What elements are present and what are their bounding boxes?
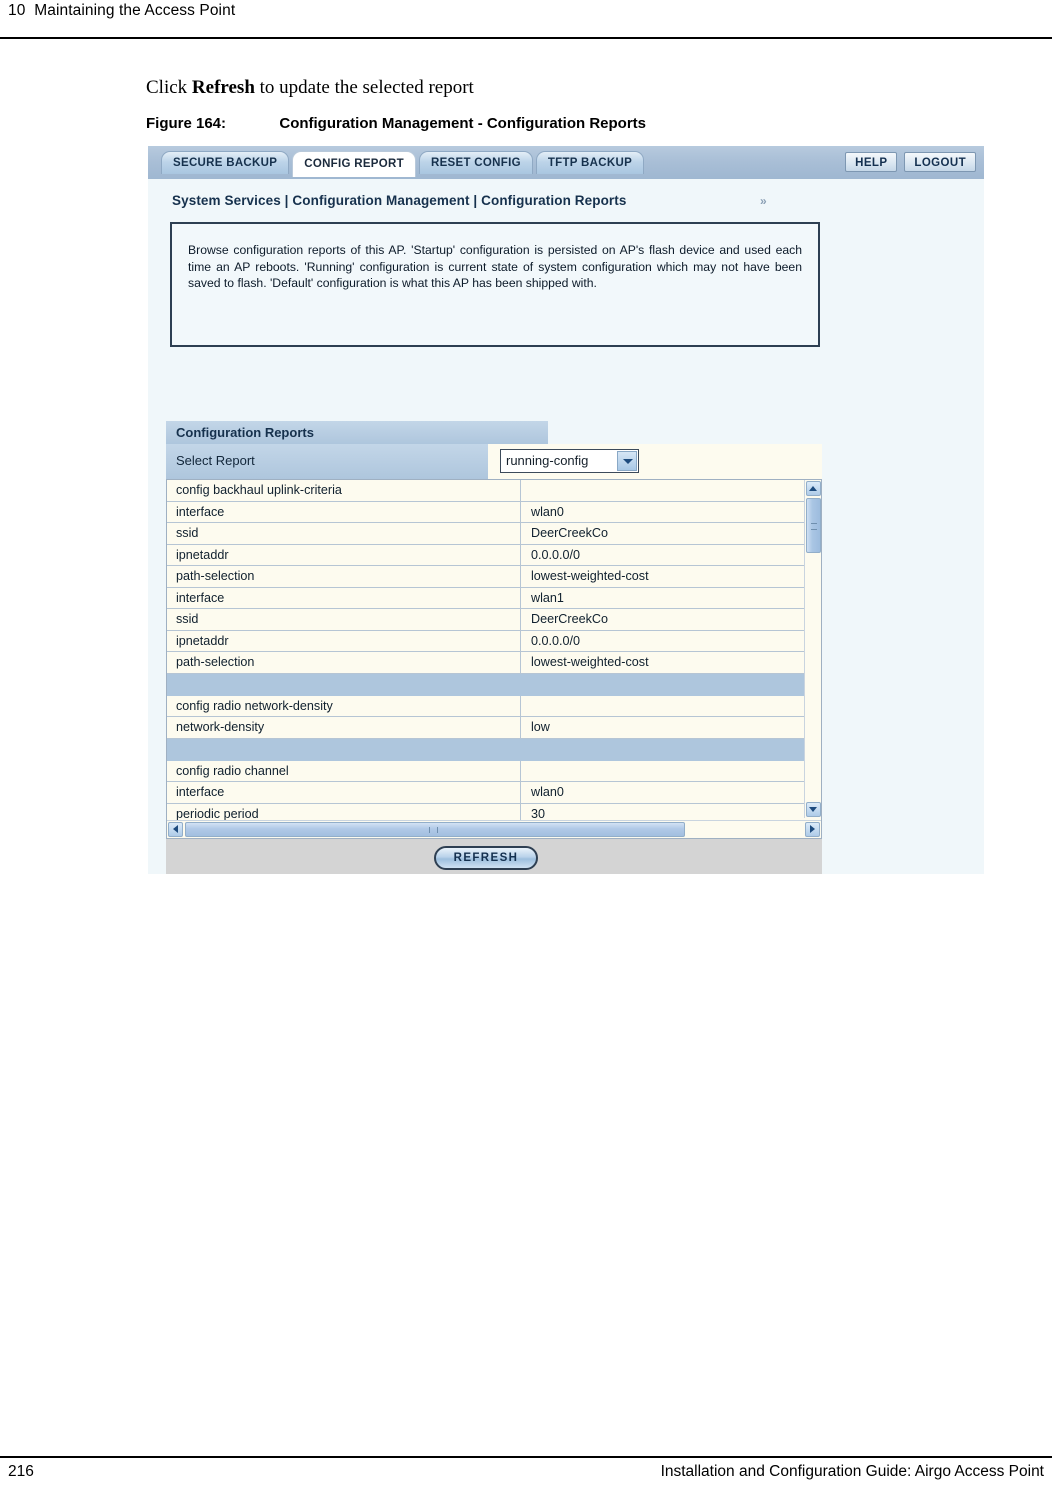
tab-config-report[interactable]: CONFIG REPORT	[292, 151, 416, 177]
table-row: network-density low	[167, 717, 804, 739]
horizontal-scrollbar[interactable]	[167, 820, 821, 838]
table-cell-key: config radio network-density	[167, 695, 521, 716]
table-row: interface wlan0	[167, 782, 804, 804]
footer-rule	[0, 1456, 1052, 1458]
table-row: ssid DeerCreekCo	[167, 609, 804, 631]
table-row: config radio channel	[167, 760, 804, 782]
table-cell-value: DeerCreekCo	[523, 609, 804, 630]
instruction-bold-refresh: Refresh	[191, 77, 255, 98]
table-cell-value: wlan0	[523, 501, 804, 522]
table-row: interface wlan1	[167, 587, 804, 609]
page-header-title: 10 Maintaining the Access Point	[8, 2, 236, 19]
table-row: ssid DeerCreekCo	[167, 523, 804, 545]
tab-tftp-backup[interactable]: TFTP BACKUP	[535, 151, 645, 174]
table-cell-value: 0.0.0.0/0	[523, 630, 804, 651]
scroll-right-arrow-icon[interactable]	[805, 822, 820, 837]
table-row: path-selection lowest-weighted-cost	[167, 652, 804, 674]
refresh-button[interactable]: REFRESH	[434, 846, 538, 870]
table-cell-value	[523, 760, 804, 781]
instruction-paragraph: Click Refresh to update the selected rep…	[146, 77, 474, 99]
tab-reset-config[interactable]: RESET CONFIG	[418, 151, 533, 174]
select-report-label: Select Report	[176, 453, 255, 468]
table-cell-value	[523, 695, 804, 716]
table-row: interface wlan0	[167, 501, 804, 523]
table-cell-key: ssid	[167, 609, 521, 630]
table-cell-key: interface	[167, 501, 521, 522]
content-area: System Services | Configuration Manageme…	[148, 179, 984, 874]
table-cell-key: config radio channel	[167, 760, 521, 781]
instruction-suffix: to update the selected report	[254, 77, 474, 98]
footer-title: Installation and Configuration Guide: Ai…	[660, 1463, 1044, 1480]
select-report-dropdown[interactable]: running-config	[500, 449, 639, 473]
table-cell-key: interface	[167, 782, 521, 803]
table-cell-value: wlan1	[523, 587, 804, 608]
tab-list: SECURE BACKUP CONFIG REPORT RESET CONFIG…	[161, 151, 647, 179]
tab-secure-backup[interactable]: SECURE BACKUP	[161, 151, 290, 174]
table-cell-value: lowest-weighted-cost	[523, 652, 804, 673]
table-row: config radio network-density	[167, 695, 804, 717]
table-cell-value: lowest-weighted-cost	[523, 566, 804, 587]
horizontal-scrollbar-thumb[interactable]	[185, 822, 685, 837]
figure-label: Figure 164:	[146, 115, 227, 132]
table-cell-value: DeerCreekCo	[523, 523, 804, 544]
table-cell-value	[523, 480, 804, 501]
report-table-body: config backhaul uplink-criteria interface…	[167, 480, 804, 825]
table-cell-key: ipnetaddr	[167, 544, 521, 565]
help-button[interactable]: HELP	[845, 152, 898, 172]
report-table: config backhaul uplink-criteria interface…	[166, 479, 822, 839]
page-header: 10 Maintaining the Access Point	[0, 0, 1052, 40]
figure-title: Configuration Management - Configuration…	[279, 115, 647, 132]
table-row: path-selection lowest-weighted-cost	[167, 566, 804, 588]
description-text: Browse configuration reports of this AP.…	[188, 243, 802, 290]
instruction-prefix: Click	[146, 77, 192, 98]
section-header-configuration-reports: Configuration Reports	[166, 421, 548, 444]
select-report-row: Select Report running-config	[166, 444, 822, 479]
table-row: ipnetaddr 0.0.0.0/0	[167, 630, 804, 652]
figure-caption: Figure 164: Configuration Management - C…	[146, 115, 646, 132]
chevron-double-right-icon[interactable]: »	[760, 194, 767, 208]
select-report-value: running-config	[506, 453, 589, 468]
scroll-left-arrow-icon[interactable]	[168, 822, 183, 837]
header-rule	[0, 37, 1052, 39]
application-screenshot: SECURE BACKUP CONFIG REPORT RESET CONFIG…	[148, 146, 984, 874]
table-cell-key: network-density	[167, 717, 521, 738]
header-action-buttons: HELP LOGOUT	[838, 152, 976, 172]
table-cell-key: config backhaul uplink-criteria	[167, 480, 521, 501]
chevron-down-icon[interactable]	[617, 451, 637, 471]
table-cell-value: 0.0.0.0/0	[523, 544, 804, 565]
vertical-scrollbar-thumb[interactable]	[806, 498, 821, 553]
vertical-scrollbar[interactable]	[804, 480, 821, 818]
table-cell-key: path-selection	[167, 566, 521, 587]
scroll-up-arrow-icon[interactable]	[806, 481, 821, 496]
description-box: Browse configuration reports of this AP.…	[170, 222, 820, 347]
logout-button[interactable]: LOGOUT	[904, 152, 976, 172]
table-cell-value: wlan0	[523, 782, 804, 803]
table-cell-key: ipnetaddr	[167, 630, 521, 651]
tab-bar: SECURE BACKUP CONFIG REPORT RESET CONFIG…	[148, 146, 984, 179]
table-row-spacer	[167, 673, 804, 696]
breadcrumb: System Services | Configuration Manageme…	[172, 193, 627, 208]
table-cell-key: interface	[167, 587, 521, 608]
button-bar: REFRESH	[166, 839, 822, 874]
table-cell-value: low	[523, 717, 804, 738]
page-number: 216	[8, 1463, 34, 1480]
table-row-spacer	[167, 738, 804, 761]
table-cell-key: ssid	[167, 523, 521, 544]
scroll-down-arrow-icon[interactable]	[806, 802, 821, 817]
table-row: ipnetaddr 0.0.0.0/0	[167, 544, 804, 566]
table-cell-key: path-selection	[167, 652, 521, 673]
table-row: config backhaul uplink-criteria	[167, 480, 804, 502]
